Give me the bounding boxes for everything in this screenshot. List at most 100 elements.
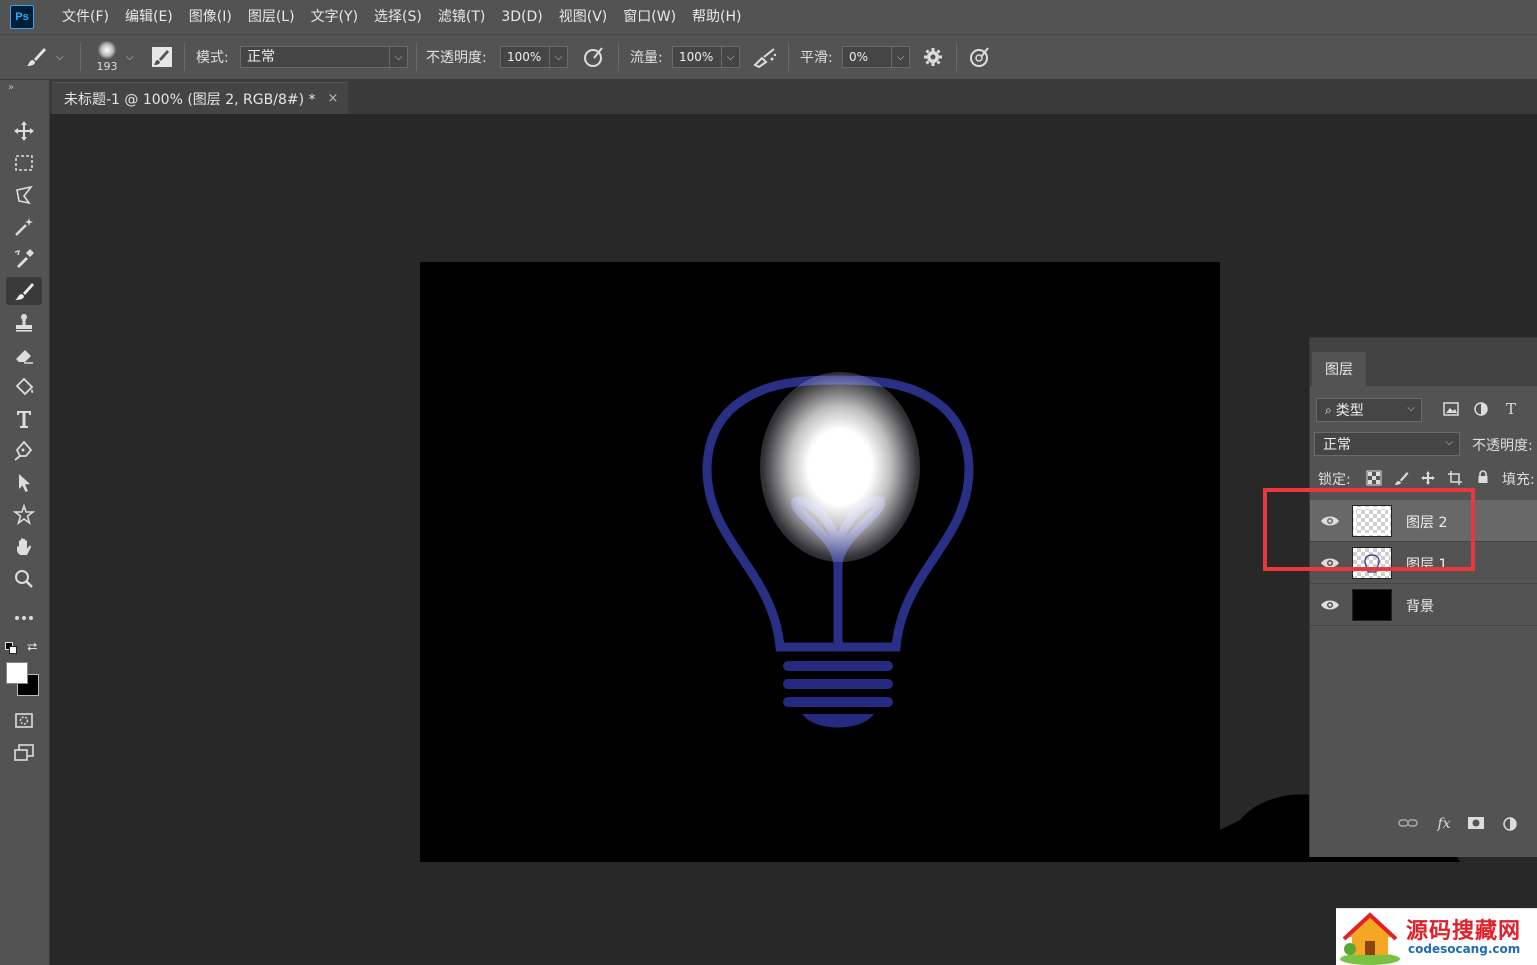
collapse-icon[interactable]: » [8,82,14,93]
hand-icon [17,538,32,555]
opacity-input[interactable]: 100% ⌵ [500,35,568,79]
paint-bucket-tool[interactable] [6,373,42,401]
tools-panel: » ⮂ [0,80,50,965]
lock-transparency-icon[interactable] [1366,470,1382,486]
default-colors-icon[interactable] [5,642,19,656]
document-tab[interactable]: 未标题-1 @ 100% (图层 2, RGB/8#) * × [52,82,348,114]
shape-tool[interactable] [6,501,42,529]
options-bar: ⌵ 193 ⌵ 模式: 正常 ⌵ 不透明度: 100% ⌵ 流量: 100% ⌵… [0,34,1537,80]
menu-select[interactable]: 选择(S) [366,0,430,34]
document-canvas[interactable] [420,262,1220,862]
brush-panel-icon [152,47,172,67]
fx-icon[interactable]: fx [1434,816,1454,834]
photoshop-logo: Ps [10,5,34,29]
brush-size-preview[interactable]: 193 [92,35,122,79]
eyedropper-tool[interactable] [6,245,42,273]
filter-type-icon[interactable]: T [1502,400,1520,418]
separator [184,43,185,71]
menu-edit[interactable]: 编辑(E) [117,0,181,34]
pressure-size-icon [970,47,989,67]
chevron-down-icon: ⌵ [550,46,568,68]
visibility-eye-icon[interactable] [1320,595,1340,615]
magic-wand-icon [15,218,33,236]
zoom-icon [15,570,33,588]
lock-pixels-icon[interactable] [1393,470,1409,486]
house-logo-icon [1340,912,1400,965]
airbrush-toggle[interactable] [752,35,778,79]
layer-name: 背景 [1406,599,1434,615]
gear-icon [924,48,942,66]
stamp-icon [16,314,32,332]
blend-mode-select[interactable]: 正常 ⌵ [1314,432,1460,456]
type-icon [17,411,31,428]
chevron-down-icon: ⌵ [56,51,64,63]
move-tool[interactable] [6,117,42,145]
more-icon [15,616,33,620]
watermark-title: 源码搜藏网 [1406,919,1522,944]
watermark: 源码搜藏网 codesocang.com [1336,908,1537,965]
brush-settings-toggle[interactable] [150,35,174,79]
link-layers-icon[interactable] [1398,816,1418,834]
mode-value: 正常 [240,46,390,68]
screen-mode-button[interactable] [6,739,42,767]
brush-tool[interactable] [6,277,42,305]
brush-preset-picker[interactable]: ⌵ [24,35,64,79]
separator [618,43,619,71]
flow-input[interactable]: 100% ⌵ [672,35,740,79]
light-bulb-illustration [702,375,974,728]
lock-position-icon[interactable] [1420,470,1436,486]
menu-file[interactable]: 文件(F) [54,0,117,34]
pressure-size-toggle[interactable] [968,35,992,79]
lock-all-icon[interactable] [1475,469,1491,485]
layers-tab[interactable]: 图层 [1312,352,1366,386]
menu-view[interactable]: 视图(V) [551,0,616,34]
more-tools[interactable] [6,604,42,632]
menu-3d[interactable]: 3D(D) [493,0,550,34]
smoothing-input[interactable]: 0% ⌵ [842,35,910,79]
pen-tool[interactable] [6,437,42,465]
magic-wand-tool[interactable] [6,213,42,241]
layer-filter-select[interactable]: ⌕ 类型 ⌵ [1316,398,1422,422]
mode-select[interactable]: 正常 ⌵ [240,35,408,79]
lock-artboard-icon[interactable] [1447,470,1463,486]
quick-mask-button[interactable] [6,706,42,734]
type-tool[interactable] [6,405,42,433]
close-icon[interactable]: × [328,91,339,106]
add-mask-icon[interactable] [1466,816,1486,834]
chevron-down-icon[interactable]: ⌵ [126,52,134,63]
menu-help[interactable]: 帮助(H) [684,0,749,34]
pressure-opacity-toggle[interactable] [582,35,606,79]
arrow-pointer-icon [19,474,30,492]
layers-panel: 图层 ⌕ 类型 ⌵ T 正常 ⌵ 不透明度: 锁定: 填充: 图层 2 图层 1… [1309,337,1537,857]
chevron-down-icon: ⌵ [892,46,910,68]
opacity-label: 不透明度: [426,50,487,66]
eraser-icon [16,350,33,364]
document-title: 未标题-1 @ 100% (图层 2, RGB/8#) * [64,91,316,108]
light-glow [760,372,920,562]
filter-image-icon[interactable] [1442,400,1460,418]
menu-image[interactable]: 图像(I) [181,0,240,34]
smoothing-options-button[interactable] [922,35,944,79]
eraser-tool[interactable] [6,341,42,369]
menu-window[interactable]: 窗口(W) [615,0,684,34]
screen-mode-icon [14,744,34,761]
path-selection-tool[interactable] [6,469,42,497]
menu-type[interactable]: 文字(Y) [303,0,366,34]
zoom-tool[interactable] [6,565,42,593]
marquee-icon [15,155,33,171]
adjustment-layer-icon[interactable] [1500,816,1520,834]
foreground-color-swatch[interactable] [6,662,28,684]
menu-layer[interactable]: 图层(L) [240,0,303,34]
annotation-highlight-box [1263,488,1475,571]
quick-mask-icon [15,713,33,728]
menu-filter[interactable]: 滤镜(T) [430,0,493,34]
lock-label: 锁定: [1318,472,1351,488]
stamp-tool[interactable] [6,309,42,337]
hand-tool[interactable] [6,533,42,561]
lasso-tool[interactable] [6,181,42,209]
swap-colors-icon[interactable]: ⮂ [27,640,37,655]
filter-adjustment-icon[interactable] [1472,400,1490,418]
brush-icon [15,283,34,300]
marquee-tool[interactable] [6,149,42,177]
layer-row[interactable]: 背景 [1310,584,1537,626]
